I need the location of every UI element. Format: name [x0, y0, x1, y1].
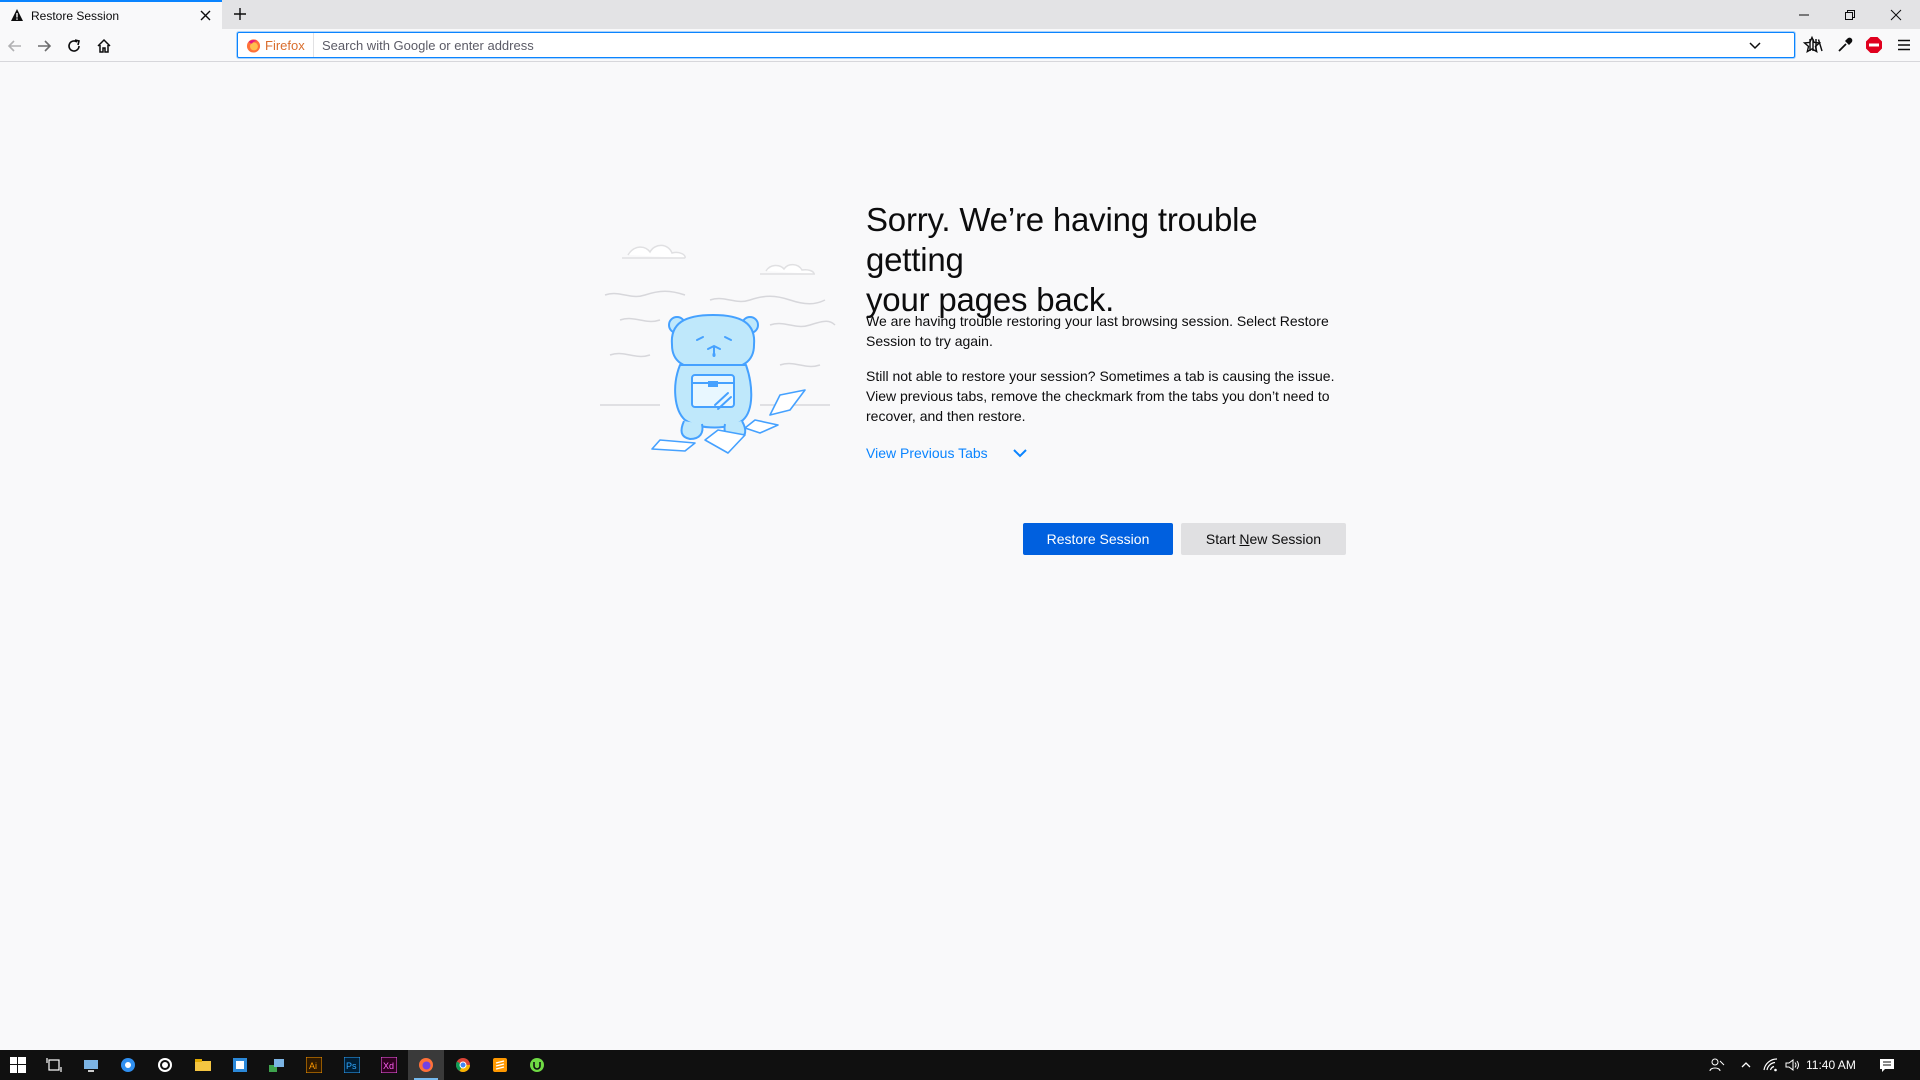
- forward-button[interactable]: [32, 34, 56, 58]
- address-input[interactable]: [322, 36, 1702, 54]
- volume-tray-button[interactable]: [1782, 1050, 1804, 1080]
- svg-text:Ps: Ps: [346, 1061, 357, 1071]
- windows-start-icon: [10, 1057, 26, 1073]
- taskbar-photoshop[interactable]: Ps: [334, 1050, 370, 1080]
- people-tray-button[interactable]: [1705, 1050, 1729, 1080]
- home-button[interactable]: [92, 34, 116, 58]
- system-clock[interactable]: 11:40 AM: [1806, 1058, 1856, 1072]
- svg-text:Xd: Xd: [383, 1061, 394, 1071]
- photoshop-icon: Ps: [344, 1057, 360, 1073]
- sublime-icon: [493, 1058, 507, 1072]
- taskbar-app[interactable]: [259, 1050, 295, 1080]
- taskbar-skype[interactable]: [110, 1050, 146, 1080]
- close-icon: [1890, 9, 1902, 20]
- identity-label: Firefox: [265, 37, 305, 53]
- tab-close-icon[interactable]: [198, 8, 213, 23]
- taskbar-file-explorer[interactable]: [185, 1050, 221, 1080]
- task-view-button[interactable]: [36, 1050, 72, 1080]
- app-icon: [269, 1059, 284, 1072]
- chevron-up-icon: [1741, 1062, 1751, 1068]
- identity-box[interactable]: Firefox: [238, 33, 314, 57]
- sad-bear-illustration: [600, 244, 836, 454]
- library-button[interactable]: [1806, 35, 1826, 55]
- warning-icon: [11, 9, 23, 21]
- whatsapp-icon: [158, 1058, 172, 1072]
- network-tray-button[interactable]: [1760, 1050, 1782, 1080]
- open-menu-button[interactable]: [1894, 35, 1914, 55]
- firefox-logo-icon: [246, 38, 261, 53]
- network-app-icon: [84, 1060, 98, 1072]
- tab-title: Restore Session: [31, 9, 120, 23]
- back-button[interactable]: [3, 34, 27, 58]
- chevron-down-icon: [1012, 449, 1027, 458]
- adblock-plus-button[interactable]: [1864, 35, 1884, 55]
- hamburger-menu-icon: [1898, 39, 1910, 51]
- reload-icon: [68, 39, 80, 52]
- restore-session-content: Sorry. We’re having trouble getting your…: [866, 200, 1356, 555]
- notes-app-icon: [233, 1058, 247, 1072]
- notification-icon: [1880, 1059, 1894, 1072]
- windows-taskbar: Ai Ps Xd 11:40 AM: [0, 1050, 1920, 1080]
- help-message-paragraph: Still not able to restore your session? …: [866, 368, 1335, 424]
- library-icon: [1809, 39, 1823, 52]
- tab-strip: Restore Session: [0, 0, 1920, 29]
- start-button[interactable]: [0, 1050, 36, 1080]
- page-title: Sorry. We’re having trouble getting your…: [866, 200, 1356, 320]
- taskbar-chrome[interactable]: [445, 1050, 481, 1080]
- taskbar-firefox[interactable]: [408, 1050, 444, 1080]
- taskbar-adobe-xd[interactable]: Xd: [371, 1050, 407, 1080]
- restore-icon: [1845, 9, 1855, 20]
- task-view-icon: [46, 1058, 62, 1072]
- home-icon: [97, 38, 111, 53]
- upwork-icon: [530, 1058, 544, 1072]
- navigation-toolbar: Firefox: [0, 29, 1920, 62]
- speaker-icon: [1785, 1059, 1799, 1071]
- firefox-icon: [419, 1058, 433, 1072]
- eyedropper-icon: [1838, 37, 1853, 52]
- taskbar-sublime[interactable]: [482, 1050, 518, 1080]
- people-icon: [1709, 1058, 1725, 1072]
- wifi-icon: [1763, 1058, 1778, 1072]
- view-previous-tabs-toggle[interactable]: View Previous Tabs: [866, 445, 1028, 461]
- action-center-button[interactable]: [1872, 1050, 1902, 1080]
- forward-arrow-icon: [38, 40, 52, 52]
- reload-button[interactable]: [62, 34, 86, 58]
- svg-text:Ai: Ai: [309, 1061, 317, 1071]
- close-window-button[interactable]: [1873, 0, 1919, 29]
- minimize-icon: [1799, 14, 1809, 15]
- tab-restore-session[interactable]: Restore Session: [0, 0, 222, 29]
- skype-icon: [121, 1058, 135, 1072]
- taskbar-upwork[interactable]: [519, 1050, 555, 1080]
- error-message-paragraph: We are having trouble restoring your las…: [866, 313, 1329, 349]
- new-tab-icon[interactable]: [230, 4, 250, 24]
- taskbar-whatsapp[interactable]: [147, 1050, 183, 1080]
- taskbar-network-app[interactable]: [73, 1050, 109, 1080]
- chevron-down-icon[interactable]: [1746, 36, 1764, 54]
- adblock-plus-icon: [1866, 37, 1882, 53]
- illustrator-icon: Ai: [306, 1057, 322, 1073]
- restore-session-button[interactable]: Restore Session: [1023, 523, 1173, 555]
- back-arrow-icon: [7, 40, 21, 52]
- minimize-button[interactable]: [1781, 0, 1827, 29]
- show-hidden-icons-button[interactable]: [1734, 1050, 1758, 1080]
- chrome-icon: [455, 1058, 470, 1072]
- eyedropper-button[interactable]: [1835, 35, 1855, 55]
- taskbar-notes-app[interactable]: [222, 1050, 258, 1080]
- adobe-xd-icon: Xd: [381, 1057, 397, 1073]
- page-title-line-1: Sorry. We’re having trouble getting: [866, 201, 1258, 278]
- view-previous-tabs-label: View Previous Tabs: [866, 445, 988, 461]
- taskbar-illustrator[interactable]: Ai: [296, 1050, 332, 1080]
- file-explorer-icon: [195, 1059, 211, 1071]
- restore-button[interactable]: [1827, 0, 1873, 29]
- url-bar[interactable]: Firefox: [237, 32, 1822, 58]
- start-new-session-button[interactable]: Start New Session: [1181, 523, 1346, 555]
